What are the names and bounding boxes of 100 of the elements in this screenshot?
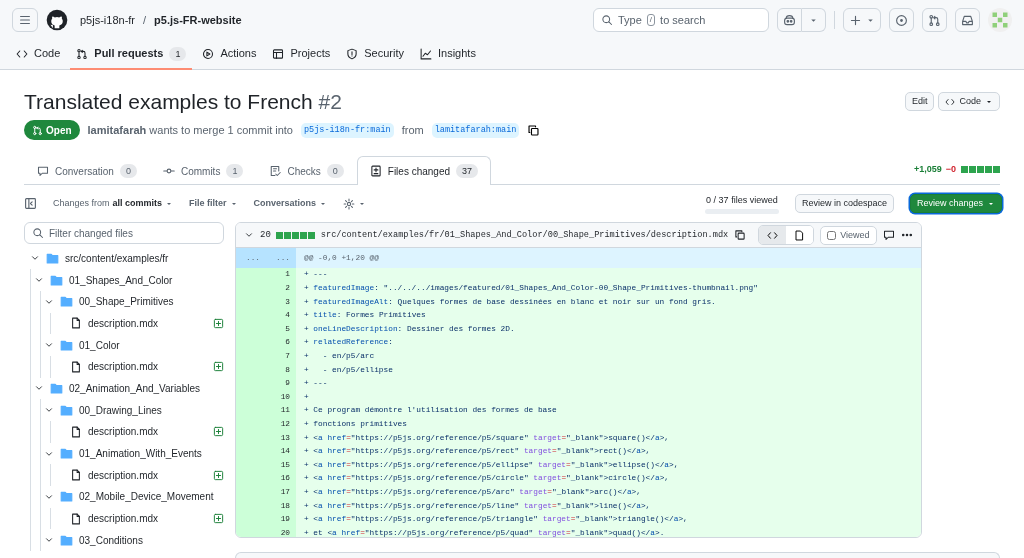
table-icon xyxy=(272,47,285,60)
tree-item[interactable]: description.mdx xyxy=(54,421,224,443)
repo-link[interactable]: p5.js-FR-website xyxy=(154,11,242,29)
folder-icon xyxy=(60,447,73,460)
folder-icon xyxy=(60,533,73,547)
count-badge: 1 xyxy=(169,46,187,61)
tree-item[interactable]: 00_Drawing_Lines xyxy=(44,399,224,421)
tree-item[interactable]: 02_Animation_And_Variables xyxy=(34,377,224,400)
cat-logo-icon[interactable] xyxy=(46,9,68,31)
comment-icon[interactable] xyxy=(882,229,895,242)
graph-icon xyxy=(419,47,432,60)
search-icon xyxy=(601,14,613,26)
repo-tab[interactable]: Pull requests 1 xyxy=(70,39,193,70)
search-icon xyxy=(32,227,44,240)
folder-icon xyxy=(60,338,73,352)
copilot-button[interactable] xyxy=(777,8,802,32)
repo-tab[interactable]: Security xyxy=(340,39,410,70)
tree-item[interactable]: 01_Shapes_And_Color xyxy=(34,269,224,291)
file-icon xyxy=(70,512,82,525)
additions-count: +1,059 xyxy=(913,162,942,176)
tree-item[interactable]: src/content/examples/fr xyxy=(30,247,224,270)
count-badge: 1 xyxy=(226,164,244,179)
settings-menu[interactable] xyxy=(343,197,367,210)
folder-icon xyxy=(50,273,63,287)
copy-icon[interactable] xyxy=(734,229,747,242)
menu-button[interactable] xyxy=(12,8,38,32)
file-diff-icon xyxy=(369,165,382,178)
settings-icon xyxy=(343,197,356,210)
file-icon xyxy=(70,360,82,373)
folder-icon xyxy=(50,381,63,395)
keyboard-key: / xyxy=(646,14,656,26)
pr-tab[interactable]: Commits 1 xyxy=(149,156,257,186)
comment-icon xyxy=(37,165,49,178)
copilot-icon xyxy=(783,13,796,27)
file-icon xyxy=(70,469,82,482)
sidebar-toggle-icon[interactable] xyxy=(24,197,37,211)
code-button[interactable]: Code xyxy=(938,92,1000,112)
checkbox[interactable] xyxy=(827,231,837,240)
diffstat-bar xyxy=(960,166,1000,174)
code-icon xyxy=(16,47,28,60)
edit-button[interactable]: Edit xyxy=(904,92,935,112)
search-placeholder: Type xyxy=(618,12,642,28)
tree-item[interactable]: 03_Conditions xyxy=(44,529,224,552)
pull-request-icon xyxy=(32,124,43,136)
tree-item[interactable]: description.mdx xyxy=(54,507,224,530)
rich-view-button[interactable] xyxy=(786,226,814,245)
search-placeholder: to search xyxy=(660,12,706,28)
tree-item[interactable]: description.mdx xyxy=(54,464,224,487)
create-new-button[interactable] xyxy=(843,8,881,32)
review-changes-button[interactable]: Review changes xyxy=(909,194,1002,214)
pr-tab[interactable]: Checks 0 xyxy=(256,156,357,186)
count-badge: 37 xyxy=(456,164,479,179)
changed-lines-count: 20 xyxy=(260,228,271,242)
repo-tab[interactable]: Insights xyxy=(413,39,482,70)
count-badge: 0 xyxy=(119,164,137,179)
folder-icon xyxy=(46,251,59,265)
tree-item[interactable]: 02_Mobile_Device_Movement xyxy=(44,486,224,508)
tree-item[interactable]: 01_Animation_With_Events xyxy=(44,442,224,465)
status-badge: Open xyxy=(24,120,80,141)
tree-item[interactable]: 01_Color xyxy=(44,334,224,356)
file-filter-menu[interactable]: File filter xyxy=(189,197,238,211)
copy-button[interactable] xyxy=(527,123,541,137)
count-badge: 0 xyxy=(326,164,344,179)
tree-item[interactable]: 00_Shape_Primitives xyxy=(44,290,224,313)
pr-icon xyxy=(928,13,941,27)
repo-tab[interactable]: Code xyxy=(10,39,67,70)
file-icon xyxy=(70,425,82,438)
search-field[interactable]: Type / to search xyxy=(593,8,769,32)
diffstat-bar xyxy=(274,232,315,239)
tree-item[interactable]: description.mdx xyxy=(54,355,224,378)
viewed-checkbox[interactable]: Viewed xyxy=(820,226,877,245)
inbox-button[interactable] xyxy=(955,8,980,32)
pull-requests-button[interactable] xyxy=(922,8,947,32)
repo-tab[interactable]: Actions xyxy=(196,39,263,70)
files-viewed-count: 0 / 37 files viewed xyxy=(706,193,778,207)
conversations-menu[interactable]: Conversations xyxy=(253,197,328,211)
changes-filter[interactable]: Changes from all commits xyxy=(53,197,174,211)
branch-name[interactable]: lamitafarah:main xyxy=(431,122,520,138)
folder-icon xyxy=(60,295,73,309)
checklist-icon xyxy=(269,165,282,178)
merge-text: from xyxy=(401,122,424,138)
owner-link[interactable]: p5js-i18n-fr xyxy=(80,11,136,29)
folder-icon xyxy=(60,403,73,417)
source-view-button[interactable] xyxy=(759,226,787,245)
pr-tab[interactable]: Files changed 37 xyxy=(356,156,492,186)
filter-field[interactable]: Filter changed files xyxy=(24,222,224,245)
deletions-count: −0 xyxy=(945,162,956,176)
merge-summary: lamitafarah wants to merge 1 commit into xyxy=(87,122,293,138)
tree-item[interactable]: description.mdx xyxy=(54,312,224,335)
review-in-codespace-button[interactable]: Review in codespace xyxy=(794,194,894,214)
pr-tab[interactable]: Conversation 0 xyxy=(24,156,150,186)
pr-title: Translated examples to French #2 xyxy=(24,89,343,115)
path-separator: / xyxy=(143,12,147,28)
issues-button[interactable] xyxy=(889,8,914,32)
file-icon xyxy=(70,317,82,330)
pull-request-icon xyxy=(76,47,89,60)
code-icon xyxy=(945,96,956,107)
branch-name[interactable]: p5js-i18n-fr:main xyxy=(301,122,394,138)
play-icon xyxy=(202,47,215,60)
repo-tab[interactable]: Projects xyxy=(266,39,337,70)
